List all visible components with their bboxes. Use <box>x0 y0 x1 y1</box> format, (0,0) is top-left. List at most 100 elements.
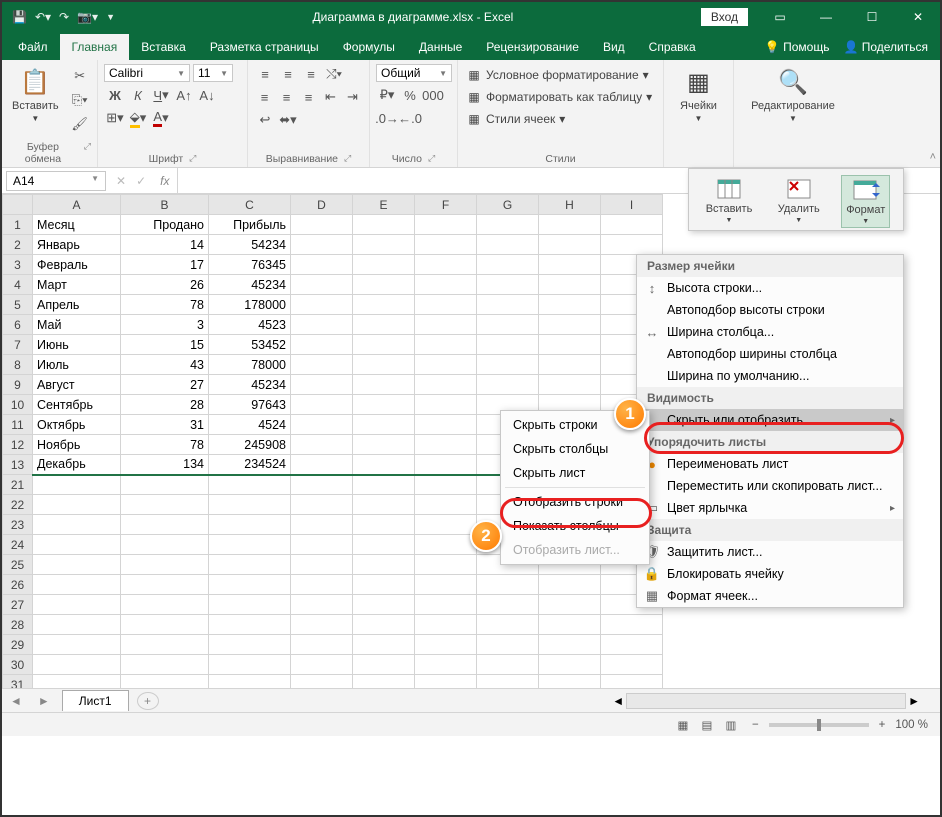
sheet-tab[interactable]: Лист1 <box>62 690 129 711</box>
cell[interactable] <box>209 515 291 535</box>
cell[interactable] <box>415 495 477 515</box>
cell[interactable] <box>353 235 415 255</box>
view-normal-icon[interactable]: ▦ <box>672 716 694 734</box>
menu-default-width[interactable]: Ширина по умолчанию... <box>637 365 903 387</box>
cell[interactable] <box>33 515 121 535</box>
tab-help[interactable]: Справка <box>637 34 708 60</box>
col-header[interactable]: D <box>291 195 353 215</box>
cancel-fx-icon[interactable]: ✕ <box>116 174 126 188</box>
italic-button[interactable]: К <box>127 85 149 105</box>
cell[interactable] <box>291 495 353 515</box>
cell[interactable]: Ноябрь <box>33 435 121 455</box>
cell[interactable]: 97643 <box>209 395 291 415</box>
cell[interactable]: 76345 <box>209 255 291 275</box>
col-header[interactable]: B <box>121 195 209 215</box>
editing-group-button[interactable]: 🔍 Редактирование ▼ <box>740 64 846 125</box>
font-shrink-icon[interactable]: A↓ <box>196 85 218 105</box>
cell[interactable] <box>33 475 121 495</box>
cell[interactable] <box>33 575 121 595</box>
cell[interactable] <box>353 375 415 395</box>
cell[interactable] <box>291 315 353 335</box>
align-launcher-icon[interactable]: ⤢ <box>344 153 351 165</box>
cell[interactable] <box>415 215 477 235</box>
cell[interactable]: 178000 <box>209 295 291 315</box>
paste-button[interactable]: 📋 Вставить ▼ <box>8 64 63 134</box>
cell[interactable] <box>539 675 601 689</box>
row-header[interactable]: 3 <box>3 255 33 275</box>
cell[interactable] <box>415 435 477 455</box>
cell[interactable] <box>477 595 539 615</box>
cell[interactable]: Месяц <box>33 215 121 235</box>
cell[interactable] <box>291 395 353 415</box>
cell[interactable]: 27 <box>121 375 209 395</box>
cell[interactable] <box>353 215 415 235</box>
cell[interactable]: 3 <box>121 315 209 335</box>
cell[interactable] <box>291 595 353 615</box>
row-header[interactable]: 5 <box>3 295 33 315</box>
cell[interactable] <box>291 455 353 475</box>
menu-autofit-col[interactable]: Автоподбор ширины столбца <box>637 343 903 365</box>
tab-insert[interactable]: Вставка <box>129 34 198 60</box>
cell[interactable] <box>539 315 601 335</box>
cell[interactable] <box>415 235 477 255</box>
submenu-hide-cols[interactable]: Скрыть столбцы <box>501 437 649 461</box>
font-size-combo[interactable]: 11▼ <box>193 64 233 82</box>
indent-dec-icon[interactable]: ⇤ <box>320 87 341 107</box>
cell[interactable] <box>415 555 477 575</box>
cell[interactable] <box>539 355 601 375</box>
cell[interactable] <box>353 595 415 615</box>
cells-group-button[interactable]: ▦ Ячейки ▼ <box>670 64 727 125</box>
font-name-combo[interactable]: Calibri▼ <box>104 64 190 82</box>
cell[interactable] <box>477 655 539 675</box>
cell[interactable]: Продано <box>121 215 209 235</box>
cell[interactable] <box>33 555 121 575</box>
share-button[interactable]: 👤 Поделиться <box>843 40 928 54</box>
cell[interactable] <box>539 615 601 635</box>
wrap-text-icon[interactable]: ↩ <box>254 110 276 130</box>
cell[interactable]: Январь <box>33 235 121 255</box>
cell[interactable] <box>353 435 415 455</box>
redo-icon[interactable]: ↷ <box>59 10 69 24</box>
align-right-icon[interactable]: ≡ <box>298 87 319 107</box>
cell[interactable] <box>477 355 539 375</box>
cell[interactable] <box>33 635 121 655</box>
cell[interactable] <box>121 495 209 515</box>
number-launcher-icon[interactable]: ⤢ <box>428 153 435 165</box>
row-header[interactable]: 25 <box>3 555 33 575</box>
row-header[interactable]: 31 <box>3 675 33 689</box>
cell[interactable] <box>477 675 539 689</box>
cell[interactable]: 78 <box>121 435 209 455</box>
cell[interactable] <box>477 235 539 255</box>
cell[interactable] <box>539 635 601 655</box>
cell[interactable] <box>477 615 539 635</box>
cell[interactable]: Прибыль <box>209 215 291 235</box>
view-page-layout-icon[interactable]: ▤ <box>696 716 718 734</box>
tab-formulas[interactable]: Формулы <box>331 34 407 60</box>
cell[interactable] <box>33 495 121 515</box>
hscroll-left-icon[interactable]: ◄ <box>612 694 624 708</box>
tab-data[interactable]: Данные <box>407 34 474 60</box>
cell[interactable] <box>601 215 663 235</box>
cell[interactable]: 4524 <box>209 415 291 435</box>
cell[interactable] <box>353 655 415 675</box>
row-header[interactable]: 30 <box>3 655 33 675</box>
align-middle-icon[interactable]: ≡ <box>277 64 299 84</box>
row-header[interactable]: 26 <box>3 575 33 595</box>
tab-view[interactable]: Вид <box>591 34 637 60</box>
accept-fx-icon[interactable]: ✓ <box>136 174 146 188</box>
cell[interactable] <box>209 635 291 655</box>
cell[interactable] <box>539 575 601 595</box>
cell[interactable] <box>209 555 291 575</box>
cell[interactable] <box>209 615 291 635</box>
cell[interactable] <box>209 495 291 515</box>
cell[interactable] <box>121 515 209 535</box>
cell[interactable] <box>353 575 415 595</box>
row-header[interactable]: 23 <box>3 515 33 535</box>
tab-layout[interactable]: Разметка страницы <box>198 34 331 60</box>
row-header[interactable]: 21 <box>3 475 33 495</box>
select-all-corner[interactable] <box>3 195 33 215</box>
cell[interactable] <box>33 655 121 675</box>
percent-icon[interactable]: % <box>399 85 421 105</box>
cell[interactable] <box>415 395 477 415</box>
cell[interactable] <box>353 295 415 315</box>
